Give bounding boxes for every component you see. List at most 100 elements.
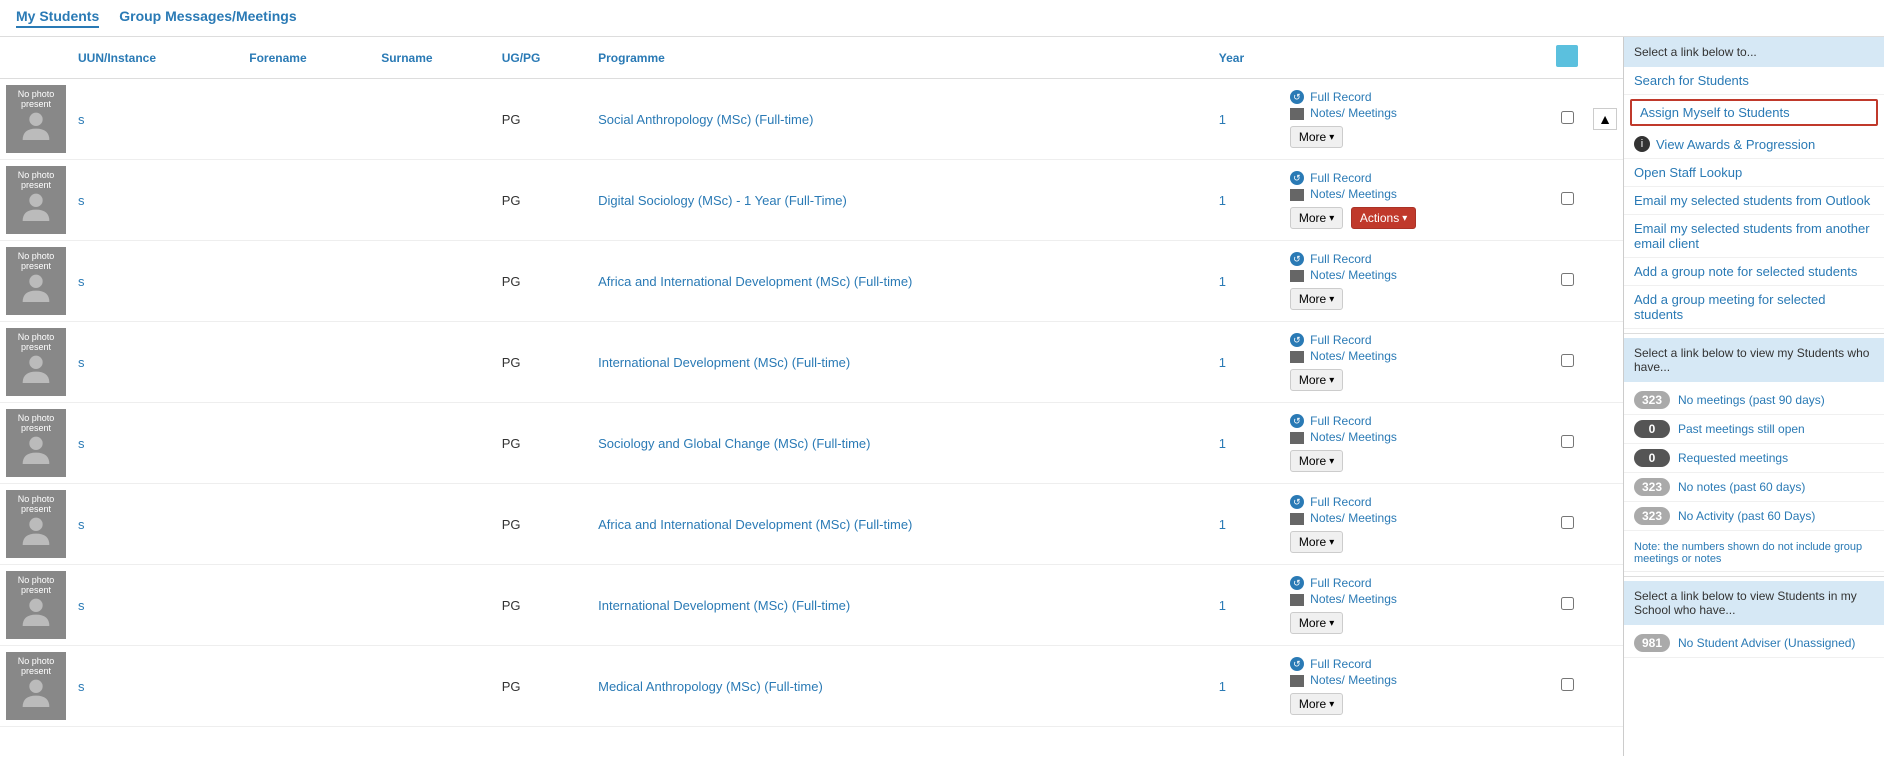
select-all-button[interactable] — [1556, 45, 1578, 67]
year-link[interactable]: 1 — [1219, 355, 1226, 370]
sidebar-top-links: Search for Students Assign Myself to Stud… — [1624, 67, 1884, 329]
stat-row: 981 No Student Adviser (Unassigned) — [1624, 629, 1884, 658]
notes-meetings-link[interactable]: Notes/ Meetings — [1290, 511, 1541, 525]
full-record-link[interactable]: ↺ Full Record — [1290, 576, 1541, 591]
more-button[interactable]: More — [1290, 693, 1343, 715]
scroll-cell — [1587, 403, 1623, 484]
more-button[interactable]: More — [1290, 126, 1343, 148]
full-record-link[interactable]: ↺ Full Record — [1290, 171, 1541, 186]
full-record-link[interactable]: ↺ Full Record — [1290, 252, 1541, 267]
sidebar-link[interactable]: Add a group note for selected students — [1624, 258, 1884, 286]
programme-link[interactable]: Digital Sociology (MSc) - 1 Year (Full-T… — [598, 193, 847, 208]
notes-meetings-link[interactable]: Notes/ Meetings — [1290, 673, 1541, 687]
uun-link[interactable]: s — [78, 598, 85, 613]
programme-cell: Sociology and Global Change (MSc) (Full-… — [592, 403, 1213, 484]
stat-badge: 0 — [1634, 449, 1670, 467]
year-cell: 1 — [1213, 322, 1284, 403]
more-button[interactable]: More — [1290, 450, 1343, 472]
notes-meetings-link[interactable]: Notes/ Meetings — [1290, 187, 1541, 201]
sidebar-school-header: Select a link below to view Students in … — [1624, 581, 1884, 625]
uun-link[interactable]: s — [78, 193, 85, 208]
programme-link[interactable]: International Development (MSc) (Full-ti… — [598, 355, 850, 370]
more-button[interactable]: More — [1290, 531, 1343, 553]
uun-link[interactable]: s — [78, 679, 85, 694]
stat-link[interactable]: No Activity (past 60 Days) — [1678, 509, 1815, 523]
stat-link[interactable]: No notes (past 60 days) — [1678, 480, 1805, 494]
avatar-icon — [21, 515, 51, 545]
uun-link[interactable]: s — [78, 112, 85, 127]
sidebar-link[interactable]: Search for Students — [1624, 67, 1884, 95]
notes-icon — [1290, 675, 1304, 687]
sidebar-link[interactable]: Email my selected students from another … — [1624, 215, 1884, 258]
sidebar-link[interactable]: Assign Myself to Students — [1630, 99, 1878, 126]
uun-link[interactable]: s — [78, 355, 85, 370]
year-link[interactable]: 1 — [1219, 193, 1226, 208]
notes-meetings-link[interactable]: Notes/ Meetings — [1290, 430, 1541, 444]
row-checkbox[interactable] — [1561, 354, 1574, 367]
row-checkbox[interactable] — [1561, 597, 1574, 610]
stat-link[interactable]: No Student Adviser (Unassigned) — [1678, 636, 1855, 650]
stat-link[interactable]: Requested meetings — [1678, 451, 1788, 465]
programme-link[interactable]: Social Anthropology (MSc) (Full-time) — [598, 112, 813, 127]
uun-link[interactable]: s — [78, 436, 85, 451]
tab-group-messages[interactable]: Group Messages/Meetings — [119, 8, 296, 28]
row-checkbox[interactable] — [1561, 678, 1574, 691]
year-link[interactable]: 1 — [1219, 274, 1226, 289]
sidebar-my-students-header: Select a link below to view my Students … — [1624, 338, 1884, 382]
more-button[interactable]: More — [1290, 288, 1343, 310]
sidebar-my-students-note: Note: the numbers shown do not include g… — [1624, 535, 1884, 572]
notes-meetings-link[interactable]: Notes/ Meetings — [1290, 268, 1541, 282]
row-checkbox[interactable] — [1561, 516, 1574, 529]
ugpg-cell: PG — [496, 484, 592, 565]
programme-link[interactable]: Africa and International Development (MS… — [598, 517, 912, 532]
row-checkbox[interactable] — [1561, 435, 1574, 448]
tab-my-students[interactable]: My Students — [16, 8, 99, 28]
forename-cell — [243, 484, 375, 565]
row-checkbox[interactable] — [1561, 192, 1574, 205]
actions-button[interactable]: Actions — [1351, 207, 1416, 229]
programme-link[interactable]: Medical Anthropology (MSc) (Full-time) — [598, 679, 823, 694]
col-actions — [1284, 37, 1547, 79]
year-link[interactable]: 1 — [1219, 517, 1226, 532]
programme-link[interactable]: Africa and International Development (MS… — [598, 274, 912, 289]
full-record-link[interactable]: ↺ Full Record — [1290, 90, 1541, 105]
stat-link[interactable]: No meetings (past 90 days) — [1678, 393, 1825, 407]
more-button[interactable]: More — [1290, 207, 1343, 229]
more-button[interactable]: More — [1290, 612, 1343, 634]
stat-badge: 323 — [1634, 391, 1670, 409]
sidebar-link[interactable]: Email my selected students from Outlook — [1624, 187, 1884, 215]
sidebar-link[interactable]: Open Staff Lookup — [1624, 159, 1884, 187]
forename-cell — [243, 403, 375, 484]
programme-cell: Social Anthropology (MSc) (Full-time) — [592, 79, 1213, 160]
year-link[interactable]: 1 — [1219, 679, 1226, 694]
programme-link[interactable]: Sociology and Global Change (MSc) (Full-… — [598, 436, 870, 451]
uun-link[interactable]: s — [78, 274, 85, 289]
year-link[interactable]: 1 — [1219, 598, 1226, 613]
year-link[interactable]: 1 — [1219, 112, 1226, 127]
row-checkbox[interactable] — [1561, 111, 1574, 124]
more-button[interactable]: More — [1290, 369, 1343, 391]
uun-cell: s — [72, 79, 243, 160]
full-record-link[interactable]: ↺ Full Record — [1290, 333, 1541, 348]
notes-meetings-link[interactable]: Notes/ Meetings — [1290, 349, 1541, 363]
programme-cell: Digital Sociology (MSc) - 1 Year (Full-T… — [592, 160, 1213, 241]
notes-meetings-link[interactable]: Notes/ Meetings — [1290, 106, 1541, 120]
surname-cell — [375, 160, 496, 241]
avatar: No photo present — [6, 490, 66, 558]
sidebar-link[interactable]: Add a group meeting for selected student… — [1624, 286, 1884, 329]
avatar-cell: No photo present — [0, 241, 72, 322]
avatar-icon — [21, 110, 51, 140]
full-record-link[interactable]: ↺ Full Record — [1290, 657, 1541, 672]
uun-link[interactable]: s — [78, 517, 85, 532]
stat-link[interactable]: Past meetings still open — [1678, 422, 1805, 436]
col-surname: Surname — [375, 37, 496, 79]
scroll-up-button[interactable]: ▲ — [1593, 108, 1617, 130]
year-link[interactable]: 1 — [1219, 436, 1226, 451]
programme-link[interactable]: International Development (MSc) (Full-ti… — [598, 598, 850, 613]
notes-meetings-link[interactable]: Notes/ Meetings — [1290, 592, 1541, 606]
row-checkbox[interactable] — [1561, 273, 1574, 286]
full-record-link[interactable]: ↺ Full Record — [1290, 495, 1541, 510]
full-record-link[interactable]: ↺ Full Record — [1290, 414, 1541, 429]
sidebar-link[interactable]: iView Awards & Progression — [1624, 130, 1884, 159]
avatar-icon — [21, 596, 51, 626]
